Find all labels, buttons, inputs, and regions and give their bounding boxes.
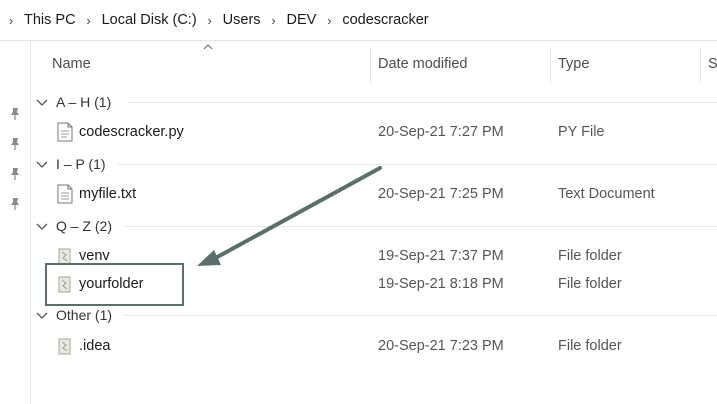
column-size[interactable]: S <box>702 41 717 87</box>
file-type: Text Document <box>558 186 655 202</box>
breadcrumb-item-codescracker[interactable]: codescracker <box>340 12 430 28</box>
text-file-icon <box>57 184 73 204</box>
pin-icon[interactable] <box>9 137 21 151</box>
python-file-icon <box>57 122 73 142</box>
chevron-right-icon[interactable]: › <box>263 13 285 28</box>
column-name[interactable]: Name <box>46 41 370 87</box>
file-type: File folder <box>558 276 622 292</box>
group-label: I – P (1) <box>56 156 106 172</box>
breadcrumb-item-users[interactable]: Users <box>221 12 263 28</box>
chevron-right-icon[interactable]: › <box>199 13 221 28</box>
file-date: 19-Sep-21 7:37 PM <box>378 248 504 264</box>
group-label: Other (1) <box>56 307 113 323</box>
chevron-down-icon[interactable] <box>36 221 48 231</box>
pin-icon[interactable] <box>9 167 21 181</box>
chevron-down-icon[interactable] <box>36 97 48 107</box>
file-name: myfile.txt <box>79 186 137 202</box>
chevron-right-icon[interactable]: › <box>318 13 340 28</box>
column-divider[interactable] <box>700 47 701 83</box>
column-header: Name Date modified Type S <box>30 41 717 87</box>
breadcrumb-item-this-pc[interactable]: This PC <box>22 12 78 28</box>
group-label: Q – Z (2) <box>56 218 113 234</box>
column-divider[interactable] <box>550 47 551 83</box>
list-item[interactable]: myfile.txt 20-Sep-21 7:25 PM Text Docume… <box>30 181 717 207</box>
file-type: File folder <box>558 338 622 354</box>
chevron-right-icon[interactable]: › <box>0 13 22 28</box>
column-date-modified[interactable]: Date modified <box>372 41 548 87</box>
file-date: 20-Sep-21 7:27 PM <box>378 124 504 140</box>
file-type: File folder <box>558 248 622 264</box>
group-header-a-h[interactable]: A – H (1) <box>36 91 111 113</box>
group-divider <box>128 102 717 103</box>
file-date: 20-Sep-21 7:25 PM <box>378 186 504 202</box>
column-type[interactable]: Type <box>552 41 688 87</box>
column-divider[interactable] <box>370 47 371 83</box>
group-divider <box>124 226 717 227</box>
group-header-other[interactable]: Other (1) <box>36 304 112 326</box>
folder-icon <box>58 338 71 355</box>
breadcrumb-item-local-disk[interactable]: Local Disk (C:) <box>100 12 199 28</box>
breadcrumb-item-dev[interactable]: DEV <box>285 12 319 28</box>
list-item[interactable]: .idea 20-Sep-21 7:23 PM File folder <box>30 333 717 359</box>
quick-access-rail <box>0 41 31 404</box>
chevron-down-icon[interactable] <box>36 159 48 169</box>
file-name: .idea <box>79 338 111 354</box>
file-type: PY File <box>558 124 605 140</box>
chevron-right-icon[interactable]: › <box>78 13 100 28</box>
list-item[interactable]: codescracker.py 20-Sep-21 7:27 PM PY Fil… <box>30 119 717 145</box>
file-date: 20-Sep-21 7:23 PM <box>378 338 504 354</box>
group-divider <box>124 315 717 316</box>
group-label: A – H (1) <box>56 94 112 110</box>
breadcrumb: › This PC › Local Disk (C:) › Users › DE… <box>0 0 717 41</box>
group-divider <box>118 164 717 165</box>
group-header-i-p[interactable]: I – P (1) <box>36 153 106 175</box>
pin-icon[interactable] <box>9 197 21 211</box>
pin-icon[interactable] <box>9 107 21 121</box>
file-date: 19-Sep-21 8:18 PM <box>378 276 504 292</box>
annotation-highlight-box <box>45 263 184 306</box>
chevron-down-icon[interactable] <box>36 310 48 320</box>
group-header-q-z[interactable]: Q – Z (2) <box>36 215 112 237</box>
file-name: codescracker.py <box>79 124 184 140</box>
